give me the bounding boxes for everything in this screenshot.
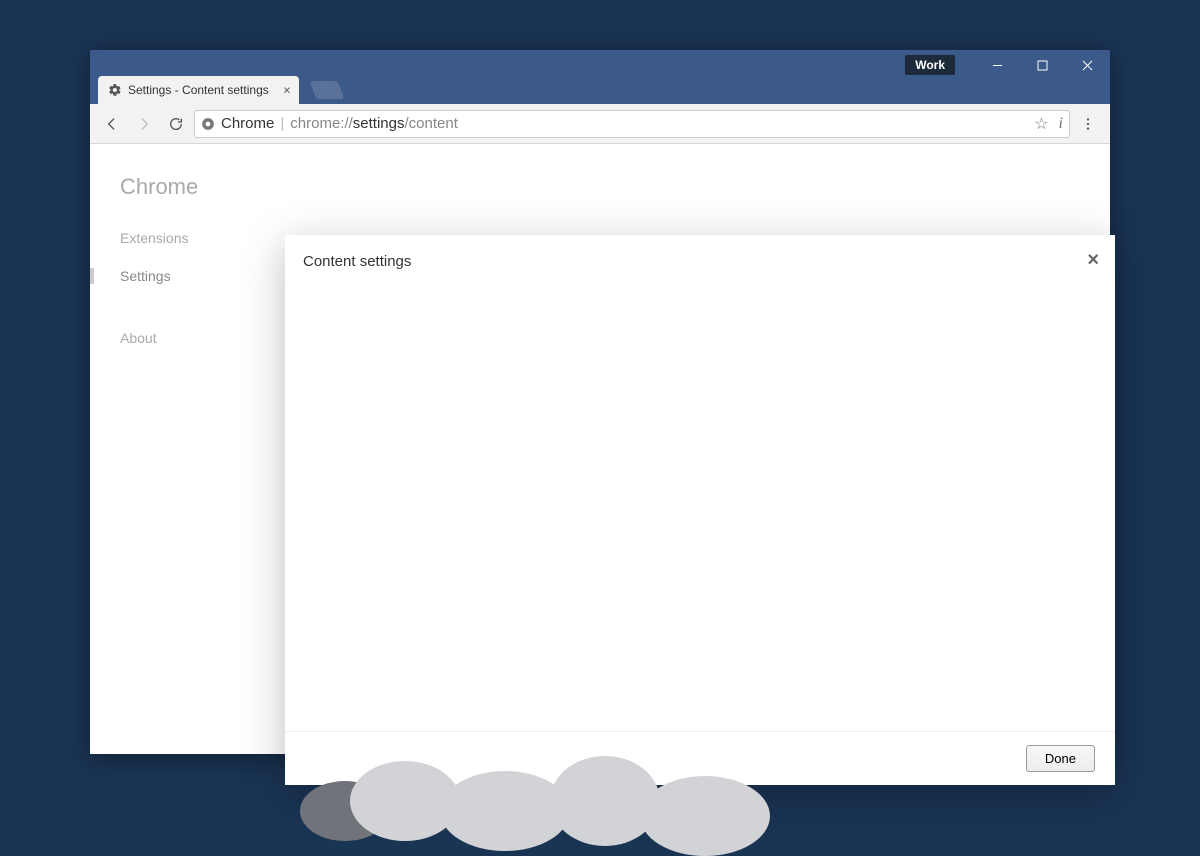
- chrome-menu-button[interactable]: [1074, 110, 1102, 138]
- forward-button[interactable]: [130, 110, 158, 138]
- omnibox-url: chrome://settings/content: [290, 115, 458, 132]
- toolbar: Chrome | chrome://settings/content ☆ i: [90, 104, 1110, 144]
- tab-settings[interactable]: Settings - Content settings ×: [98, 76, 299, 104]
- browser-window: Settings - Content settings × Work: [90, 50, 1110, 754]
- window-controls: Work: [905, 50, 1110, 80]
- bookmark-star-icon[interactable]: ☆: [1034, 114, 1048, 134]
- dialog-title: Content settings: [303, 253, 411, 270]
- omnibox-origin: Chrome: [221, 115, 274, 132]
- profile-badge[interactable]: Work: [905, 55, 955, 75]
- back-button[interactable]: [98, 110, 126, 138]
- dialog-close-icon[interactable]: ×: [1087, 249, 1099, 272]
- maximize-button[interactable]: [1020, 50, 1065, 80]
- gear-icon: [108, 83, 122, 97]
- address-bar[interactable]: Chrome | chrome://settings/content ☆ i: [194, 110, 1070, 138]
- titlebar: Settings - Content settings × Work: [90, 50, 1110, 104]
- tab-close-icon[interactable]: ×: [283, 83, 291, 98]
- minimize-button[interactable]: [975, 50, 1020, 80]
- reload-button[interactable]: [162, 110, 190, 138]
- page-title: Chrome: [120, 174, 1110, 200]
- new-tab-button[interactable]: [309, 81, 344, 99]
- page-info-icon[interactable]: i: [1059, 115, 1063, 133]
- dialog-header: Content settings ×: [285, 235, 1115, 287]
- chrome-icon: [201, 117, 215, 131]
- tab-title: Settings - Content settings: [128, 83, 269, 97]
- dialog-scroll-area[interactable]: USB Devices Manage... Background sync Al…: [285, 287, 1115, 731]
- close-window-button[interactable]: [1065, 50, 1110, 80]
- dialog-footer: Done: [285, 731, 1115, 785]
- done-button[interactable]: Done: [1026, 745, 1095, 772]
- content-settings-dialog: Content settings × USB Devices Manage...…: [285, 235, 1115, 785]
